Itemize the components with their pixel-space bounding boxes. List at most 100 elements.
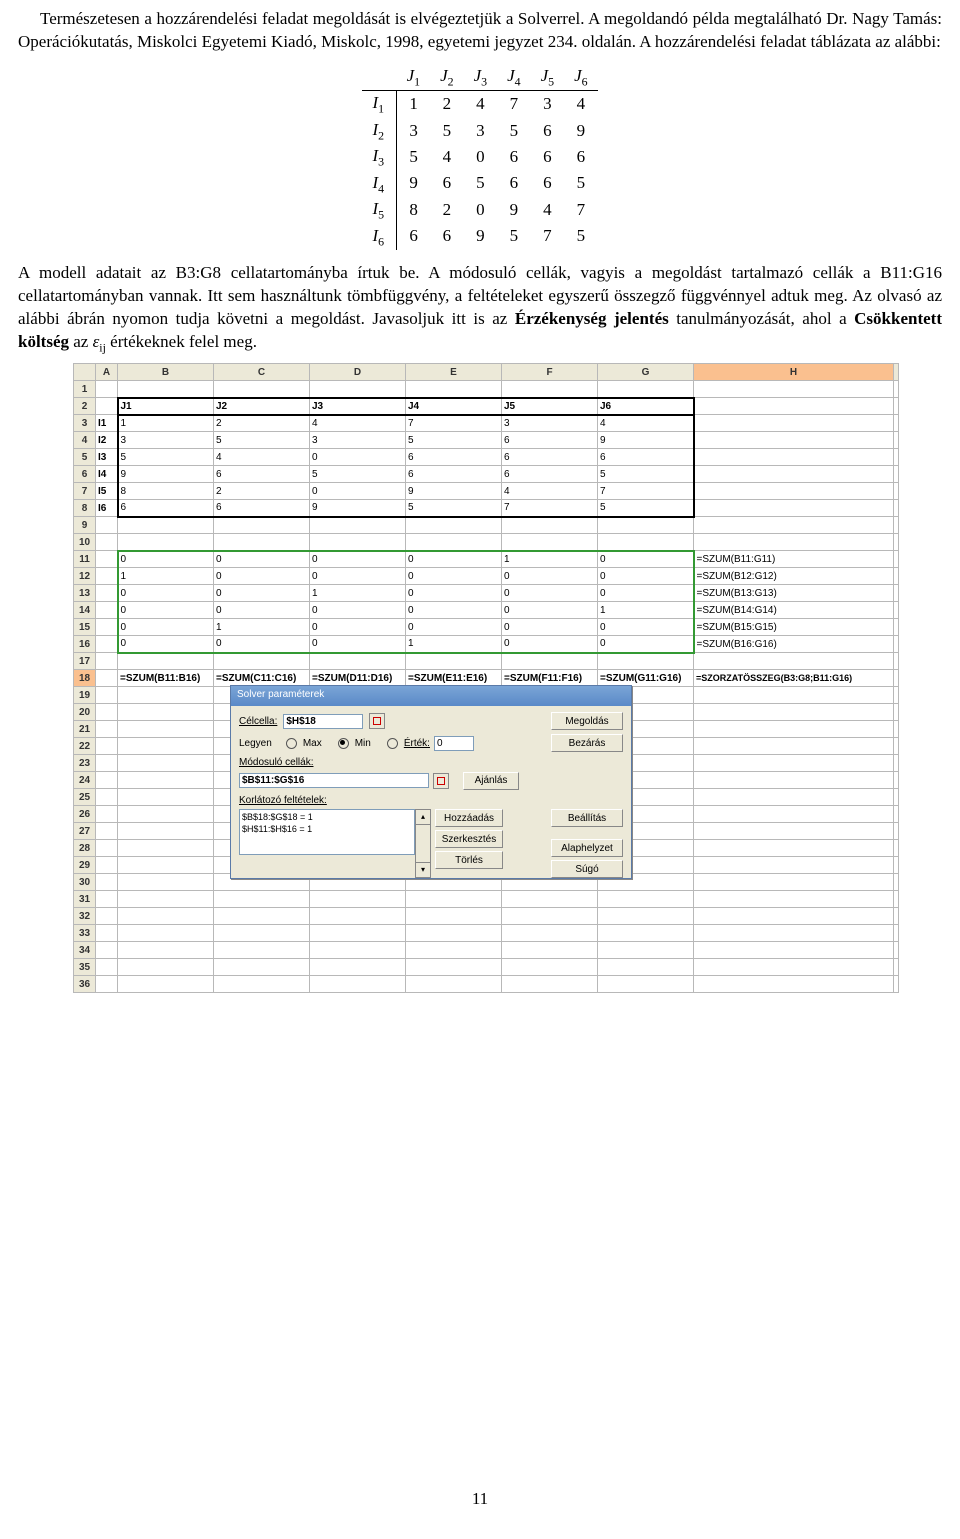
row-header: 30	[74, 874, 96, 891]
cell	[694, 381, 894, 398]
cell	[502, 891, 598, 908]
cell	[214, 942, 310, 959]
cell: 0	[310, 636, 406, 653]
close-button[interactable]: Bezárás	[551, 734, 623, 752]
column-header: G	[598, 364, 694, 381]
cell: 0	[598, 551, 694, 568]
ref-selector-icon-2[interactable]	[433, 773, 449, 789]
cell: 4	[214, 449, 310, 466]
cell: 0	[598, 585, 694, 602]
cell	[694, 500, 894, 517]
options-button[interactable]: Beállítás	[551, 809, 623, 827]
cell: 6	[406, 449, 502, 466]
cell: 3	[310, 432, 406, 449]
input-value[interactable]: 0	[434, 736, 474, 751]
cell	[894, 602, 899, 619]
cell	[894, 755, 899, 772]
cell	[694, 772, 894, 789]
table-cell: 4	[531, 197, 565, 223]
cell	[96, 789, 118, 806]
p2-f: értékeknek felel meg.	[106, 332, 257, 351]
cell	[598, 381, 694, 398]
cell: 6	[406, 466, 502, 483]
input-changing-cells[interactable]: $B$11:$G$16	[239, 773, 429, 788]
ref-selector-icon[interactable]	[369, 713, 385, 729]
cell	[96, 568, 118, 585]
guess-button[interactable]: Ajánlás	[463, 772, 519, 790]
row-header: 11	[74, 551, 96, 568]
radio-value[interactable]	[387, 738, 398, 749]
delete-button[interactable]: Törlés	[435, 851, 503, 869]
cell	[694, 738, 894, 755]
cell: 4	[502, 483, 598, 500]
radio-max[interactable]	[286, 738, 297, 749]
cell	[894, 772, 899, 789]
cell: 0	[214, 568, 310, 585]
cell	[96, 653, 118, 670]
cell	[598, 534, 694, 551]
row-header: 2	[74, 398, 96, 415]
cell	[96, 840, 118, 857]
cell	[502, 534, 598, 551]
cell	[894, 823, 899, 840]
column-header	[894, 364, 899, 381]
row-header: 28	[74, 840, 96, 857]
cell	[96, 959, 118, 976]
cell: 0	[118, 585, 214, 602]
cell	[894, 585, 899, 602]
cell	[118, 823, 214, 840]
cell: 1	[118, 415, 214, 432]
help-button[interactable]: Súgó	[551, 860, 623, 878]
change-button[interactable]: Szerkesztés	[435, 830, 503, 848]
cell: =SZUM(E11:E16)	[406, 670, 502, 687]
cell	[694, 891, 894, 908]
table-cell: 3	[397, 118, 431, 144]
cell	[96, 942, 118, 959]
table-cell: 6	[497, 144, 531, 170]
cell: =SZUM(B13:G13)	[694, 585, 894, 602]
label-target: Célcella:	[239, 715, 277, 729]
cell: 5	[118, 449, 214, 466]
cell: 0	[118, 636, 214, 653]
cell	[96, 874, 118, 891]
row-header: 9	[74, 517, 96, 534]
constraint-listbox[interactable]: $B$18:$G$18 = 1 $H$11:$H$16 = 1	[239, 809, 415, 855]
row-header: 26	[74, 806, 96, 823]
cell: =SZUM(B16:G16)	[694, 636, 894, 653]
cell: 0	[406, 619, 502, 636]
reset-button[interactable]: Alaphelyzet	[551, 839, 623, 857]
scroll-down-icon[interactable]: ▾	[415, 862, 431, 878]
cell	[118, 534, 214, 551]
row-header: 10	[74, 534, 96, 551]
solve-button[interactable]: Megoldás	[551, 712, 623, 730]
table-cell: 9	[464, 224, 498, 250]
cell	[894, 449, 899, 466]
table-cell: 6	[430, 171, 464, 197]
cell: 0	[214, 585, 310, 602]
cell	[406, 908, 502, 925]
row-header: 14	[74, 602, 96, 619]
cell	[894, 415, 899, 432]
cell	[694, 653, 894, 670]
row-header: 4	[74, 432, 96, 449]
constraint-item[interactable]: $H$11:$H$16 = 1	[242, 823, 412, 835]
row-header: 6	[74, 466, 96, 483]
table-cell: 6	[497, 171, 531, 197]
constraint-item[interactable]: $B$18:$G$18 = 1	[242, 811, 412, 823]
cell: 7	[502, 500, 598, 517]
cell	[118, 959, 214, 976]
row-header: 19	[74, 687, 96, 704]
cell: =SZUM(B14:G14)	[694, 602, 894, 619]
cell	[502, 942, 598, 959]
scroll-up-icon[interactable]: ▴	[415, 809, 431, 825]
cell	[894, 806, 899, 823]
column-header: E	[406, 364, 502, 381]
cell	[894, 704, 899, 721]
add-button[interactable]: Hozzáadás	[435, 809, 503, 827]
input-target-cell[interactable]: $H$18	[283, 714, 363, 729]
cell	[310, 908, 406, 925]
table-cell: 5	[430, 118, 464, 144]
table-cell: 6	[564, 144, 598, 170]
cell: 0	[502, 568, 598, 585]
radio-min[interactable]	[338, 738, 349, 749]
